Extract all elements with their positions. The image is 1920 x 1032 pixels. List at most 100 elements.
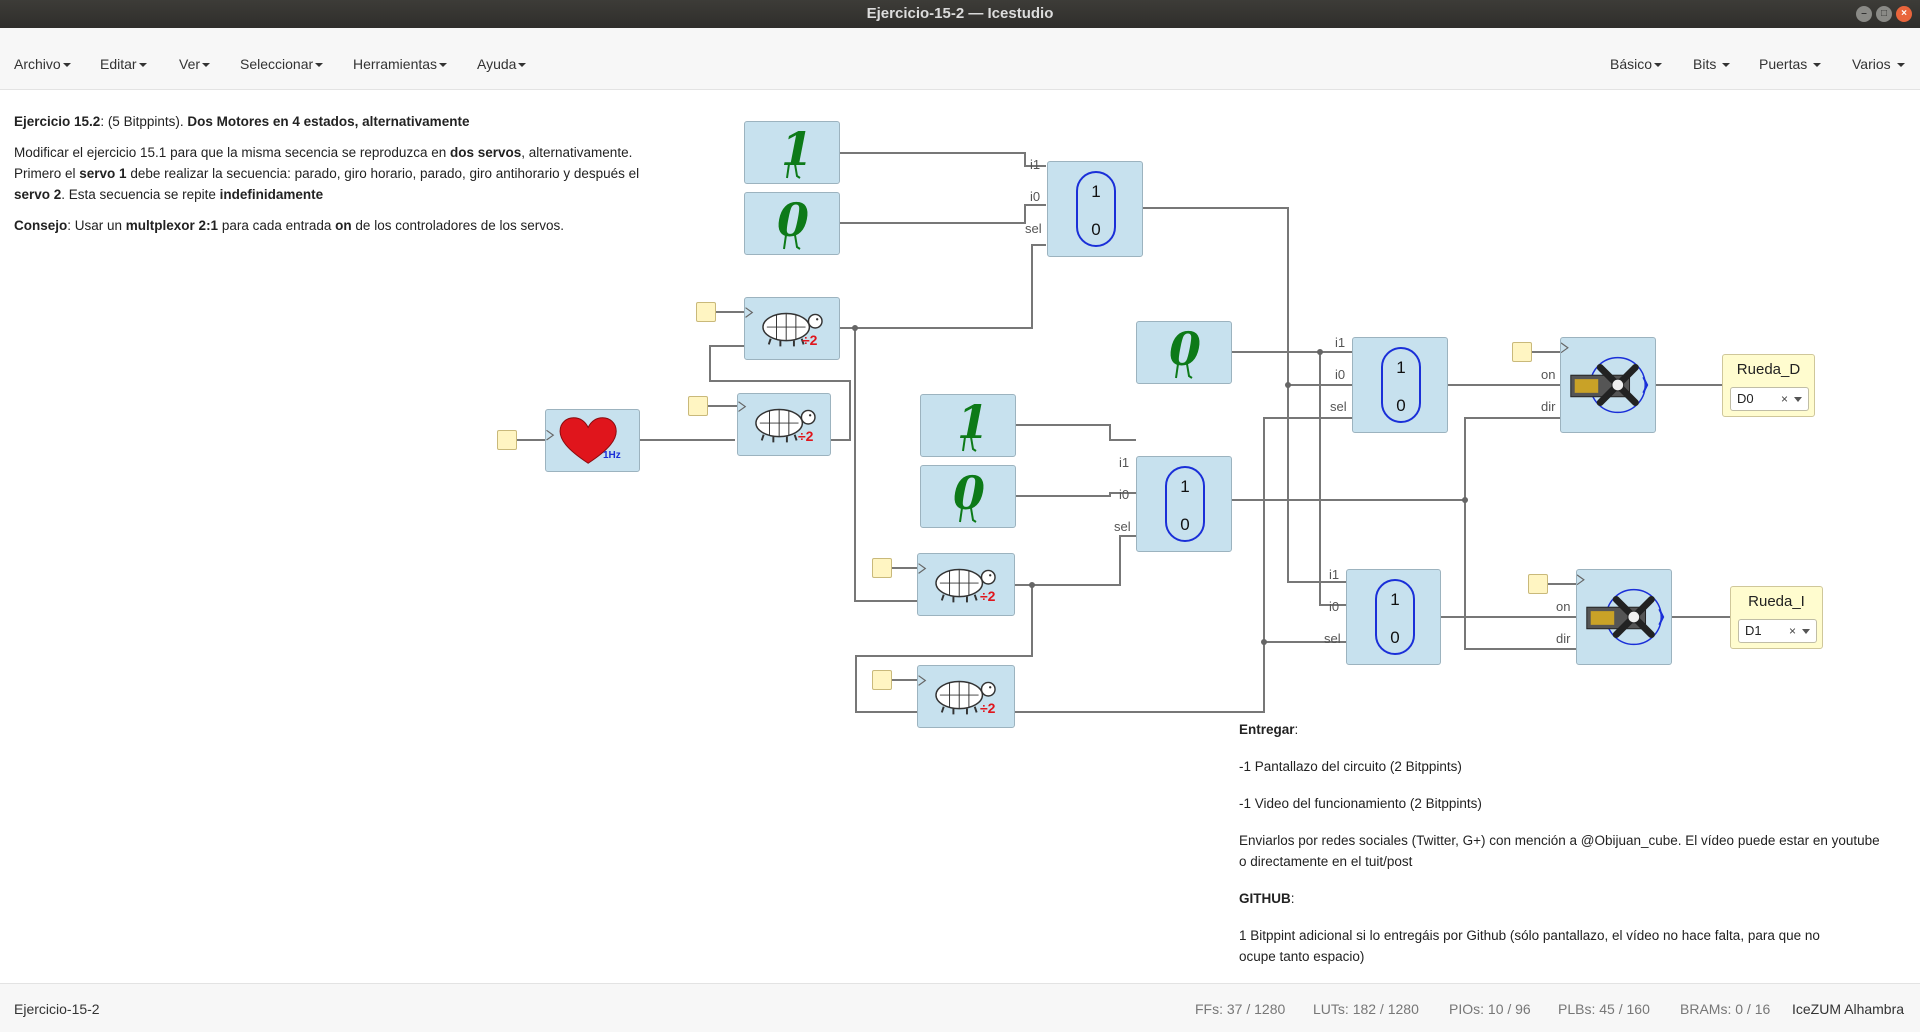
ffs-stat: FFs: 37 / 1280 bbox=[1195, 1001, 1285, 1017]
statusbar: Ejercicio-15-2 FFs: 37 / 1280 LUTs: 182 … bbox=[0, 983, 1920, 1032]
wire-junction bbox=[1462, 497, 1468, 503]
multiplexer-block[interactable]: 1 0 bbox=[1136, 456, 1232, 552]
chevron-down-icon bbox=[1813, 63, 1822, 68]
window-titlebar: Ejercicio-15-2 — Icestudio – □ × bbox=[0, 0, 1920, 28]
menu-ver[interactable]: Ver bbox=[179, 28, 211, 90]
stat-value: 182 / 1280 bbox=[1352, 1001, 1419, 1017]
mux-input-0: 0 bbox=[1390, 628, 1400, 647]
prescaler-block[interactable]: ÷2 bbox=[917, 665, 1015, 728]
pin-label: i0 bbox=[1030, 189, 1041, 204]
menu-label: Bits bbox=[1693, 56, 1717, 72]
clock-input-port[interactable] bbox=[1528, 574, 1548, 594]
servo-controller-block[interactable] bbox=[1576, 569, 1672, 665]
menubar: Archivo Editar Ver Seleccionar Herramien… bbox=[0, 28, 1920, 90]
pin-label: sel bbox=[1330, 399, 1347, 414]
heartbeat-block[interactable]: 1Hz bbox=[545, 409, 640, 472]
deliver-item: -1 Pantallazo del circuito (2 Bitppints) bbox=[1239, 759, 1462, 774]
servo-controller-block[interactable] bbox=[1560, 337, 1656, 433]
wire bbox=[1015, 641, 1346, 713]
menu-editar[interactable]: Editar bbox=[100, 28, 147, 90]
wire bbox=[840, 152, 1046, 167]
stat-label: PIOs: bbox=[1449, 1001, 1485, 1017]
turtle-icon bbox=[918, 675, 996, 715]
turtle-icon bbox=[745, 307, 823, 347]
mux-input-1: 1 bbox=[1390, 590, 1400, 609]
clock-input-port[interactable] bbox=[497, 430, 517, 450]
chevron-down-icon bbox=[1802, 629, 1810, 634]
prescaler-block[interactable]: ÷2 bbox=[737, 393, 831, 456]
clock-input-port[interactable] bbox=[696, 302, 716, 322]
stat-value: 45 / 160 bbox=[1599, 1001, 1650, 1017]
menu-varios[interactable]: Varios bbox=[1852, 28, 1905, 90]
desc-text: , alternativamente. bbox=[521, 145, 633, 160]
pin-select[interactable]: D0 × bbox=[1730, 387, 1809, 411]
legs-icon bbox=[962, 437, 977, 452]
output-pin-block[interactable]: Rueda_D D0 × bbox=[1722, 354, 1815, 417]
plbs-stat: PLBs: 45 / 160 bbox=[1558, 1001, 1650, 1017]
stat-label: BRAMs: bbox=[1680, 1001, 1732, 1017]
menu-puertas[interactable]: Puertas bbox=[1759, 28, 1822, 90]
board-name[interactable]: IceZUM Alhambra bbox=[1792, 1001, 1904, 1017]
constant-one-block[interactable]: 1 bbox=[744, 121, 840, 184]
stat-label: LUTs: bbox=[1313, 1001, 1349, 1017]
clock-input-port[interactable] bbox=[872, 670, 892, 690]
minimize-button[interactable]: – bbox=[1856, 6, 1872, 22]
menu-archivo[interactable]: Archivo bbox=[14, 28, 71, 90]
clear-icon[interactable]: × bbox=[1789, 620, 1796, 642]
chevron-down-icon bbox=[1794, 397, 1802, 402]
constant-zero-block[interactable]: 0 bbox=[744, 192, 840, 255]
maximize-button[interactable]: □ bbox=[1876, 6, 1892, 22]
pin-label: dir bbox=[1556, 631, 1571, 646]
chevron-down-icon bbox=[439, 63, 448, 68]
pin-label: on bbox=[1556, 599, 1571, 614]
menu-bits[interactable]: Bits bbox=[1693, 28, 1731, 90]
constant-zero-block[interactable]: 0 bbox=[1136, 321, 1232, 384]
multiplexer-block[interactable]: 1 0 bbox=[1346, 569, 1441, 665]
wire bbox=[1464, 417, 1560, 500]
wire bbox=[840, 244, 1046, 329]
close-button[interactable]: × bbox=[1896, 6, 1912, 22]
pios-stat: PIOs: 10 / 96 bbox=[1449, 1001, 1531, 1017]
desc-bold: servo 2 bbox=[14, 187, 62, 202]
mux-input-1: 1 bbox=[1180, 477, 1190, 496]
pin-label: i1 bbox=[1030, 157, 1041, 172]
clock-input-port[interactable] bbox=[688, 396, 708, 416]
stat-value: 10 / 96 bbox=[1487, 1001, 1531, 1017]
output-pin-block[interactable]: Rueda_I D1 × bbox=[1730, 586, 1823, 649]
desc-text: : Usar un bbox=[67, 218, 126, 233]
pin-select[interactable]: D1 × bbox=[1738, 619, 1817, 643]
menu-herramientas[interactable]: Herramientas bbox=[353, 28, 448, 90]
desc-text: Primero el bbox=[14, 166, 80, 181]
pin-label: i0 bbox=[1335, 367, 1346, 382]
legs-icon bbox=[1175, 364, 1193, 379]
pin-label: on bbox=[1541, 367, 1556, 382]
menu-label: Ayuda bbox=[477, 56, 517, 72]
turtle-icon bbox=[738, 401, 816, 443]
constant-zero-block[interactable]: 0 bbox=[920, 465, 1016, 528]
mux-input-1: 1 bbox=[1091, 182, 1101, 201]
prescaler-block[interactable]: ÷2 bbox=[917, 553, 1015, 616]
pin-label: dir bbox=[1541, 399, 1556, 414]
project-name: Ejercicio-15-2 bbox=[14, 1001, 100, 1017]
desc-text: . Esta secuencia se repite bbox=[61, 187, 220, 202]
window-title: Ejercicio-15-2 — Icestudio bbox=[866, 5, 1054, 22]
menu-basico[interactable]: Básico bbox=[1610, 28, 1663, 90]
deliver-colon: : bbox=[1294, 722, 1299, 737]
mux-outline: 1 0 bbox=[1375, 579, 1415, 655]
multiplexer-block[interactable]: 1 0 bbox=[1352, 337, 1448, 433]
deliver-text: 1 Bitppint adicional si lo entregáis por… bbox=[1239, 928, 1820, 943]
clear-icon[interactable]: × bbox=[1781, 388, 1788, 410]
prescaler-block[interactable]: ÷2 bbox=[744, 297, 840, 360]
menu-label: Archivo bbox=[14, 56, 61, 72]
menu-ayuda[interactable]: Ayuda bbox=[477, 28, 527, 90]
multiplexer-block[interactable]: 1 0 bbox=[1047, 161, 1143, 257]
turtle-icon bbox=[918, 563, 996, 603]
clock-input-port[interactable] bbox=[872, 558, 892, 578]
brams-stat: BRAMs: 0 / 16 bbox=[1680, 1001, 1770, 1017]
clock-input-port[interactable] bbox=[1512, 342, 1532, 362]
menu-seleccionar[interactable]: Seleccionar bbox=[240, 28, 324, 90]
wire bbox=[840, 204, 1046, 224]
circuit-canvas[interactable]: Ejercicio 15.2: (5 Bitppints). Dos Motor… bbox=[0, 91, 1920, 982]
constant-one-block[interactable]: 1 bbox=[920, 394, 1016, 457]
wire bbox=[1015, 535, 1136, 586]
